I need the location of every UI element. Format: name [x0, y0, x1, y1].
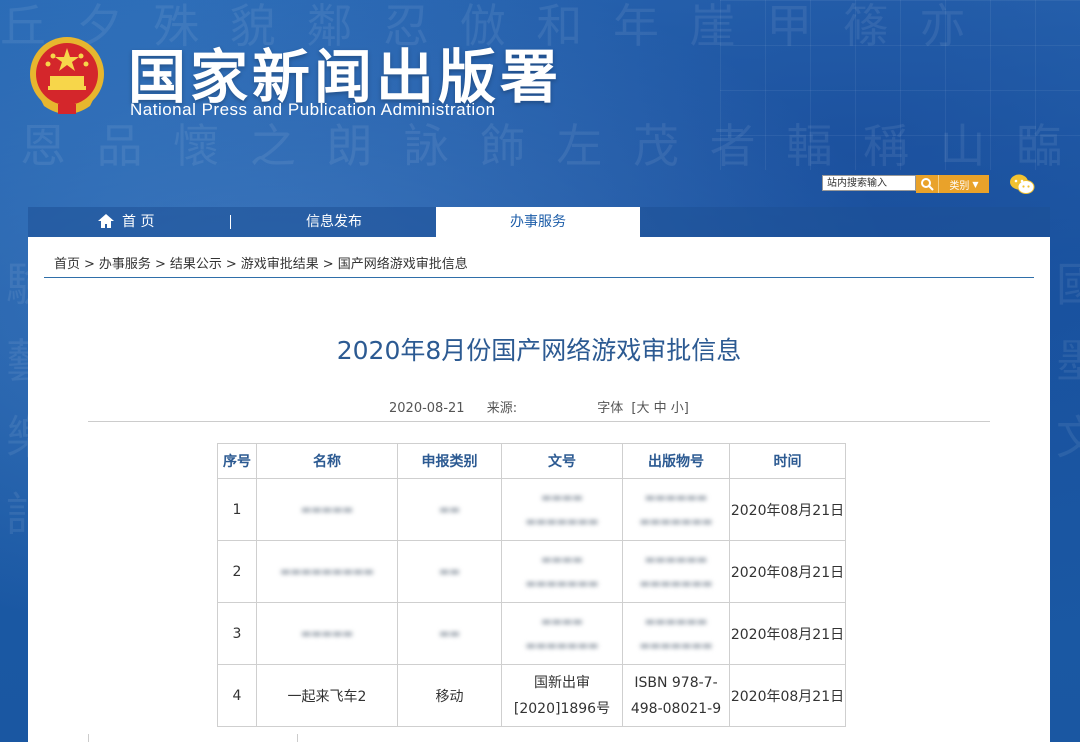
table-row: 2 ▬▬▬▬▬▬▬▬▬ ▬▬ ▬▬▬▬ ▬▬▬▬▬▬▬ ▬▬▬▬▬▬ ▬▬▬▬▬▬▬…	[217, 540, 846, 603]
font-size-switcher[interactable]: [大 中 小]	[631, 401, 688, 416]
meta-divider	[88, 421, 990, 422]
breadcrumb-divider	[44, 277, 1034, 278]
cell-no: 3	[217, 602, 257, 665]
isbn-line: 498-08021-9	[630, 700, 722, 717]
category-label: 类别	[949, 180, 970, 192]
column-header: 出版物号	[622, 443, 730, 479]
cell-isbn-obscured: ▬▬▬▬▬▬ ▬▬▬▬▬▬▬	[622, 478, 730, 541]
table-row: 3 ▬▬▬▬▬ ▬▬ ▬▬▬▬ ▬▬▬▬▬▬▬ ▬▬▬▬▬▬ ▬▬▬▬▬▬▬ 202…	[217, 602, 846, 665]
cell-isbn-obscured: ▬▬▬▬▬▬ ▬▬▬▬▬▬▬	[622, 540, 730, 603]
cell-doc: 国新出审 [2020]1896号	[501, 664, 623, 727]
footer-stub	[88, 734, 298, 742]
national-emblem-icon	[30, 37, 104, 114]
column-header: 序号	[217, 443, 257, 479]
cell-doc-obscured: ▬▬▬▬ ▬▬▬▬▬▬▬	[501, 478, 623, 541]
doc-line: 国新出审	[534, 674, 590, 691]
breadcrumb-link-game-results[interactable]: 游戏审批结果	[241, 257, 319, 272]
cell-no: 1	[217, 478, 257, 541]
breadcrumb-separator: >	[225, 257, 237, 272]
cell-time: 2020年08月21日	[729, 540, 846, 603]
chevron-down-icon: ▼	[972, 179, 979, 189]
search-input[interactable]: 站内搜索输入	[822, 175, 916, 191]
site-search: 站内搜索输入 类别 ▼	[822, 175, 989, 193]
cell-isbn: ISBN 978-7- 498-08021-9	[622, 664, 730, 727]
column-header: 申报类别	[397, 443, 502, 479]
cell-no: 4	[217, 664, 257, 727]
column-header: 时间	[729, 443, 846, 479]
breadcrumb-link-results[interactable]: 结果公示	[170, 257, 222, 272]
approval-table: 序号 名称 申报类别 文号 出版物号 时间 1 ▬▬▬▬▬ ▬▬ ▬▬▬▬ ▬▬▬…	[217, 443, 846, 727]
breadcrumb-current[interactable]: 国产网络游戏审批信息	[338, 257, 468, 272]
cell-time: 2020年08月21日	[729, 602, 846, 665]
home-icon	[98, 214, 114, 228]
nav-home[interactable]: 首 页	[98, 207, 154, 237]
cell-name: 一起来飞车2	[256, 664, 398, 727]
article-title: 2020年8月份国产网络游戏审批信息	[336, 336, 742, 365]
calligraphy-pattern: 國 墨 文	[1049, 260, 1080, 468]
table-header-row: 序号 名称 申报类别 文号 出版物号 时间	[217, 443, 846, 479]
cell-category-obscured: ▬▬	[397, 478, 502, 541]
breadcrumb: 首页 > 办事服务 > 结果公示 > 游戏审批结果 > 国产网络游戏审批信息	[54, 253, 468, 272]
isbn-line: ISBN 978-7-	[634, 674, 718, 691]
cell-doc-obscured: ▬▬▬▬ ▬▬▬▬▬▬▬	[501, 540, 623, 603]
cell-category-obscured: ▬▬	[397, 602, 502, 665]
nav-services[interactable]: 办事服务	[436, 207, 640, 237]
site-subtitle: National Press and Publication Administr…	[130, 100, 496, 119]
cell-isbn-obscured: ▬▬▬▬▬▬ ▬▬▬▬▬▬▬	[622, 602, 730, 665]
cell-name-obscured: ▬▬▬▬▬	[256, 602, 398, 665]
cell-time: 2020年08月21日	[729, 664, 846, 727]
wechat-icon[interactable]	[1008, 172, 1036, 196]
article-meta: 2020-08-21 来源: 字体 [大 中 小]	[389, 397, 689, 416]
doc-line: [2020]1896号	[513, 700, 611, 717]
column-header: 名称	[256, 443, 398, 479]
cell-category-obscured: ▬▬	[397, 540, 502, 603]
breadcrumb-separator: >	[322, 257, 334, 272]
breadcrumb-link-home[interactable]: 首页	[54, 257, 80, 272]
cell-name-obscured: ▬▬▬▬▬▬▬▬▬	[256, 540, 398, 603]
source-label: 来源:	[486, 401, 518, 416]
breadcrumb-link-services[interactable]: 办事服务	[99, 257, 151, 272]
calligraphy-pattern: 恩 品 懷 之 朗 詠 飾 左 茂 者 輻 稱 山 臨	[20, 119, 1071, 173]
column-header: 文号	[501, 443, 623, 479]
nav-news[interactable]: 信息发布	[306, 207, 362, 237]
content-panel: 首页 > 办事服务 > 结果公示 > 游戏审批结果 > 国产网络游戏审批信息 2020年8月份国…	[28, 237, 1050, 742]
cell-name-obscured: ▬▬▬▬▬	[256, 478, 398, 541]
cell-category: 移动	[397, 664, 502, 727]
main-nav: 首 页 信息发布 办事服务	[28, 207, 1050, 237]
category-dropdown[interactable]: 类别 ▼	[938, 175, 989, 193]
cell-time: 2020年08月21日	[729, 478, 846, 541]
breadcrumb-separator: >	[154, 257, 166, 272]
cell-doc-obscured: ▬▬▬▬ ▬▬▬▬▬▬▬	[501, 602, 623, 665]
breadcrumb-separator: >	[84, 257, 95, 272]
nav-divider	[230, 215, 231, 229]
search-button[interactable]	[916, 175, 938, 193]
font-size-label: 字体	[597, 401, 624, 416]
table-row: 4 一起来飞车2 移动 国新出审 [2020]1896号 ISBN 978-7-…	[217, 664, 846, 727]
search-icon	[921, 178, 934, 191]
table-row: 1 ▬▬▬▬▬ ▬▬ ▬▬▬▬ ▬▬▬▬▬▬▬ ▬▬▬▬▬▬ ▬▬▬▬▬▬▬ 202…	[217, 478, 846, 541]
cell-no: 2	[217, 540, 257, 603]
publish-date: 2020-08-21	[389, 401, 465, 416]
nav-home-label: 首 页	[122, 214, 155, 230]
